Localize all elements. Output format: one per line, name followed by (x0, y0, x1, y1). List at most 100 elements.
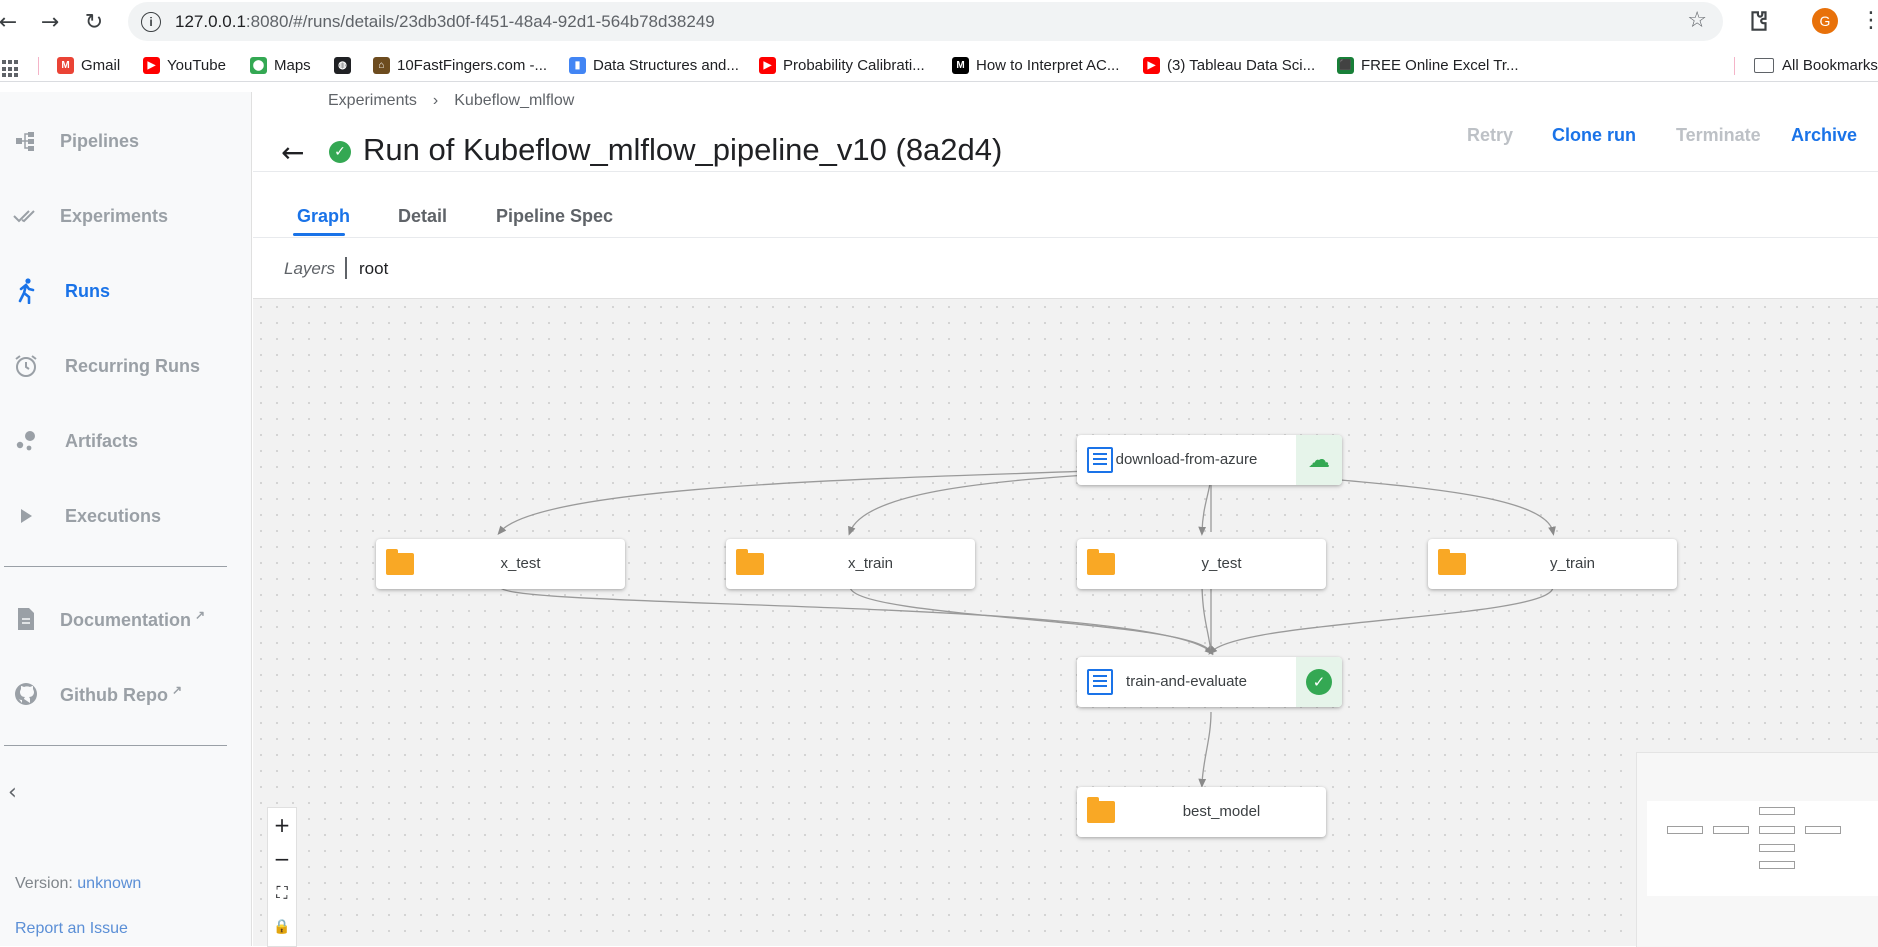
graph-minimap[interactable] (1636, 752, 1878, 947)
sidebar-link-github[interactable]: Github Repo ↗ (0, 669, 252, 719)
retry-button[interactable]: Retry (1467, 125, 1513, 146)
bookmarks-bar: M Gmail ▶ YouTube ⬤ Maps ◍ ⌂ 10FastFingers.com -… (0, 48, 1878, 82)
sidebar-link-documentation[interactable]: Documentation ↗ (0, 594, 252, 644)
documentation-label: Documentation ↗ (60, 608, 205, 631)
node-train-and-evaluate[interactable]: train-and-evaluate ✓ (1077, 657, 1342, 707)
bookmark-item[interactable]: M Gmail (57, 55, 120, 75)
breadcrumb-experiment[interactable]: Kubeflow_mlflow (454, 92, 574, 109)
graph-canvas[interactable]: download-from-azure ☁ x_test x_train y_t… (253, 298, 1878, 947)
bookmark-label: 10FastFingers.com -... (397, 56, 548, 74)
sidebar-item-executions[interactable]: Executions (0, 491, 252, 541)
bookmark-item[interactable]: ▮ Data Structures and... (569, 55, 739, 75)
breadcrumb-experiments[interactable]: Experiments (328, 92, 417, 109)
bookmark-item[interactable]: ⬛ FREE Online Excel Tr... (1337, 55, 1519, 75)
page-title: Run of Kubeflow_mlflow_pipeline_v10 (8a2… (363, 132, 1003, 167)
sidebar-item-label: Pipelines (60, 130, 140, 151)
node-best-model[interactable]: best_model (1077, 787, 1326, 837)
sidebar-item-label: Recurring Runs (65, 355, 201, 376)
apps-grid-icon[interactable] (2, 60, 20, 78)
tab-detail[interactable]: Detail (398, 206, 447, 227)
cloud-download-icon: ☁ (1308, 447, 1330, 473)
folder-icon (1087, 797, 1115, 823)
back-arrow-icon[interactable]: ← (281, 136, 304, 169)
fit-view-button[interactable]: ⛶ (268, 876, 296, 910)
minimap-node (1759, 844, 1795, 852)
graph-edges (497, 461, 1556, 788)
tab-pipeline-spec[interactable]: Pipeline Spec (496, 206, 613, 227)
bookmark-star-icon[interactable]: ☆ (1687, 8, 1707, 33)
archive-button[interactable]: Archive (1791, 125, 1857, 146)
bookmark-favicon-icon: ▶ (759, 56, 776, 74)
sidebar-item-label: Experiments (60, 205, 169, 226)
edge-y-train-train (1208, 586, 1554, 655)
bookmark-item[interactable]: ⌂ 10FastFingers.com -... (373, 55, 547, 75)
version-label: Version: (15, 875, 73, 892)
bookmark-favicon-icon: ▮ (569, 56, 586, 74)
node-download-from-azure[interactable]: download-from-azure ☁ (1077, 435, 1342, 485)
sidebar-item-artifacts[interactable]: Artifacts (0, 416, 252, 466)
forward-icon[interactable]: → (36, 8, 64, 36)
bookmark-label: (3) Tableau Data Sci... (1167, 56, 1316, 74)
node-state: ✓ (1296, 657, 1342, 707)
url-text[interactable]: 127.0.0.1:8080/#/runs/details/23db3d0f-f… (175, 12, 715, 32)
document-icon (10, 603, 42, 635)
sidebar-item-recurring-runs[interactable]: Recurring Runs (0, 341, 252, 391)
bookmark-favicon-icon: ⌂ (373, 56, 390, 74)
all-bookmarks[interactable]: All Bookmarks (1754, 55, 1878, 75)
bookmark-item[interactable]: ▶ (3) Tableau Data Sci... (1143, 55, 1315, 75)
version-info: Version: unknown (15, 875, 141, 893)
clone-run-button[interactable]: Clone run (1552, 125, 1636, 146)
terminate-button[interactable]: Terminate (1676, 125, 1761, 146)
node-x-test[interactable]: x_test (376, 539, 625, 589)
node-label: best_model (1182, 803, 1261, 820)
sidebar-item-runs[interactable]: Runs (0, 266, 252, 316)
profile-avatar[interactable]: G (1812, 8, 1838, 34)
sidebar-item-pipelines[interactable]: Pipelines (0, 116, 252, 166)
bookmark-item[interactable]: M How to Interpret AC... (952, 55, 1119, 75)
github-icon (10, 678, 42, 710)
minimap-node (1805, 826, 1841, 834)
layers-label: Layers (284, 259, 336, 278)
lock-icon[interactable]: 🔒 (268, 910, 296, 944)
node-label: download-from-azure (1115, 451, 1258, 468)
nav-divider (4, 566, 227, 567)
layer-root[interactable]: root (359, 259, 388, 279)
node-label: y_train (1549, 555, 1596, 572)
github-label: Github Repo ↗ (60, 683, 182, 706)
bookmark-label: How to Interpret AC... (976, 56, 1120, 74)
collapse-nav-icon[interactable]: ‹ (8, 780, 17, 805)
nav-divider (4, 745, 227, 746)
report-issue-link[interactable]: Report an Issue (15, 920, 128, 938)
node-y-train[interactable]: y_train (1428, 539, 1677, 589)
node-x-train[interactable]: x_train (726, 539, 975, 589)
browser-menu-icon[interactable]: ⋮ (1860, 8, 1878, 33)
bookmark-item[interactable]: ▶ Probability Calibrati... (759, 55, 925, 75)
version-link[interactable]: unknown (77, 875, 141, 892)
reload-icon[interactable]: ↻ (80, 8, 108, 36)
external-link-icon: ↗ (171, 682, 183, 697)
tab-graph[interactable]: Graph (297, 206, 350, 227)
sidebar-item-label: Executions (65, 505, 162, 526)
url-path: :8080/#/runs/details/23db3d0f-f451-48a4-… (245, 12, 715, 31)
bookmark-item[interactable]: ⬤ Maps (250, 55, 311, 75)
zoom-in-button[interactable]: + (268, 808, 296, 842)
zoom-out-button[interactable]: − (268, 842, 296, 876)
active-tab-indicator (293, 233, 345, 236)
edge-x-train-train (849, 586, 1213, 656)
sidebar-item-experiments[interactable]: Experiments (0, 191, 252, 241)
all-bookmarks-label: All Bookmarks (1782, 56, 1878, 74)
node-y-test[interactable]: y_test (1077, 539, 1326, 589)
alarm-icon (10, 350, 42, 382)
bookmark-item[interactable]: ▶ YouTube (143, 55, 226, 75)
folder-icon (1087, 549, 1115, 575)
address-bar[interactable]: i 127.0.0.1:8080/#/runs/details/23db3d0f… (128, 2, 1723, 41)
artifacts-icon (10, 425, 42, 457)
runs-icon (10, 275, 42, 307)
back-icon[interactable]: ← (0, 8, 22, 36)
node-label: y_test (1201, 555, 1242, 572)
node-label: x_train (847, 555, 894, 572)
site-info-icon[interactable]: i (141, 12, 161, 32)
experiments-icon (10, 200, 42, 232)
bookmark-item[interactable]: ◍ (334, 55, 358, 75)
extensions-icon[interactable] (1746, 8, 1772, 34)
